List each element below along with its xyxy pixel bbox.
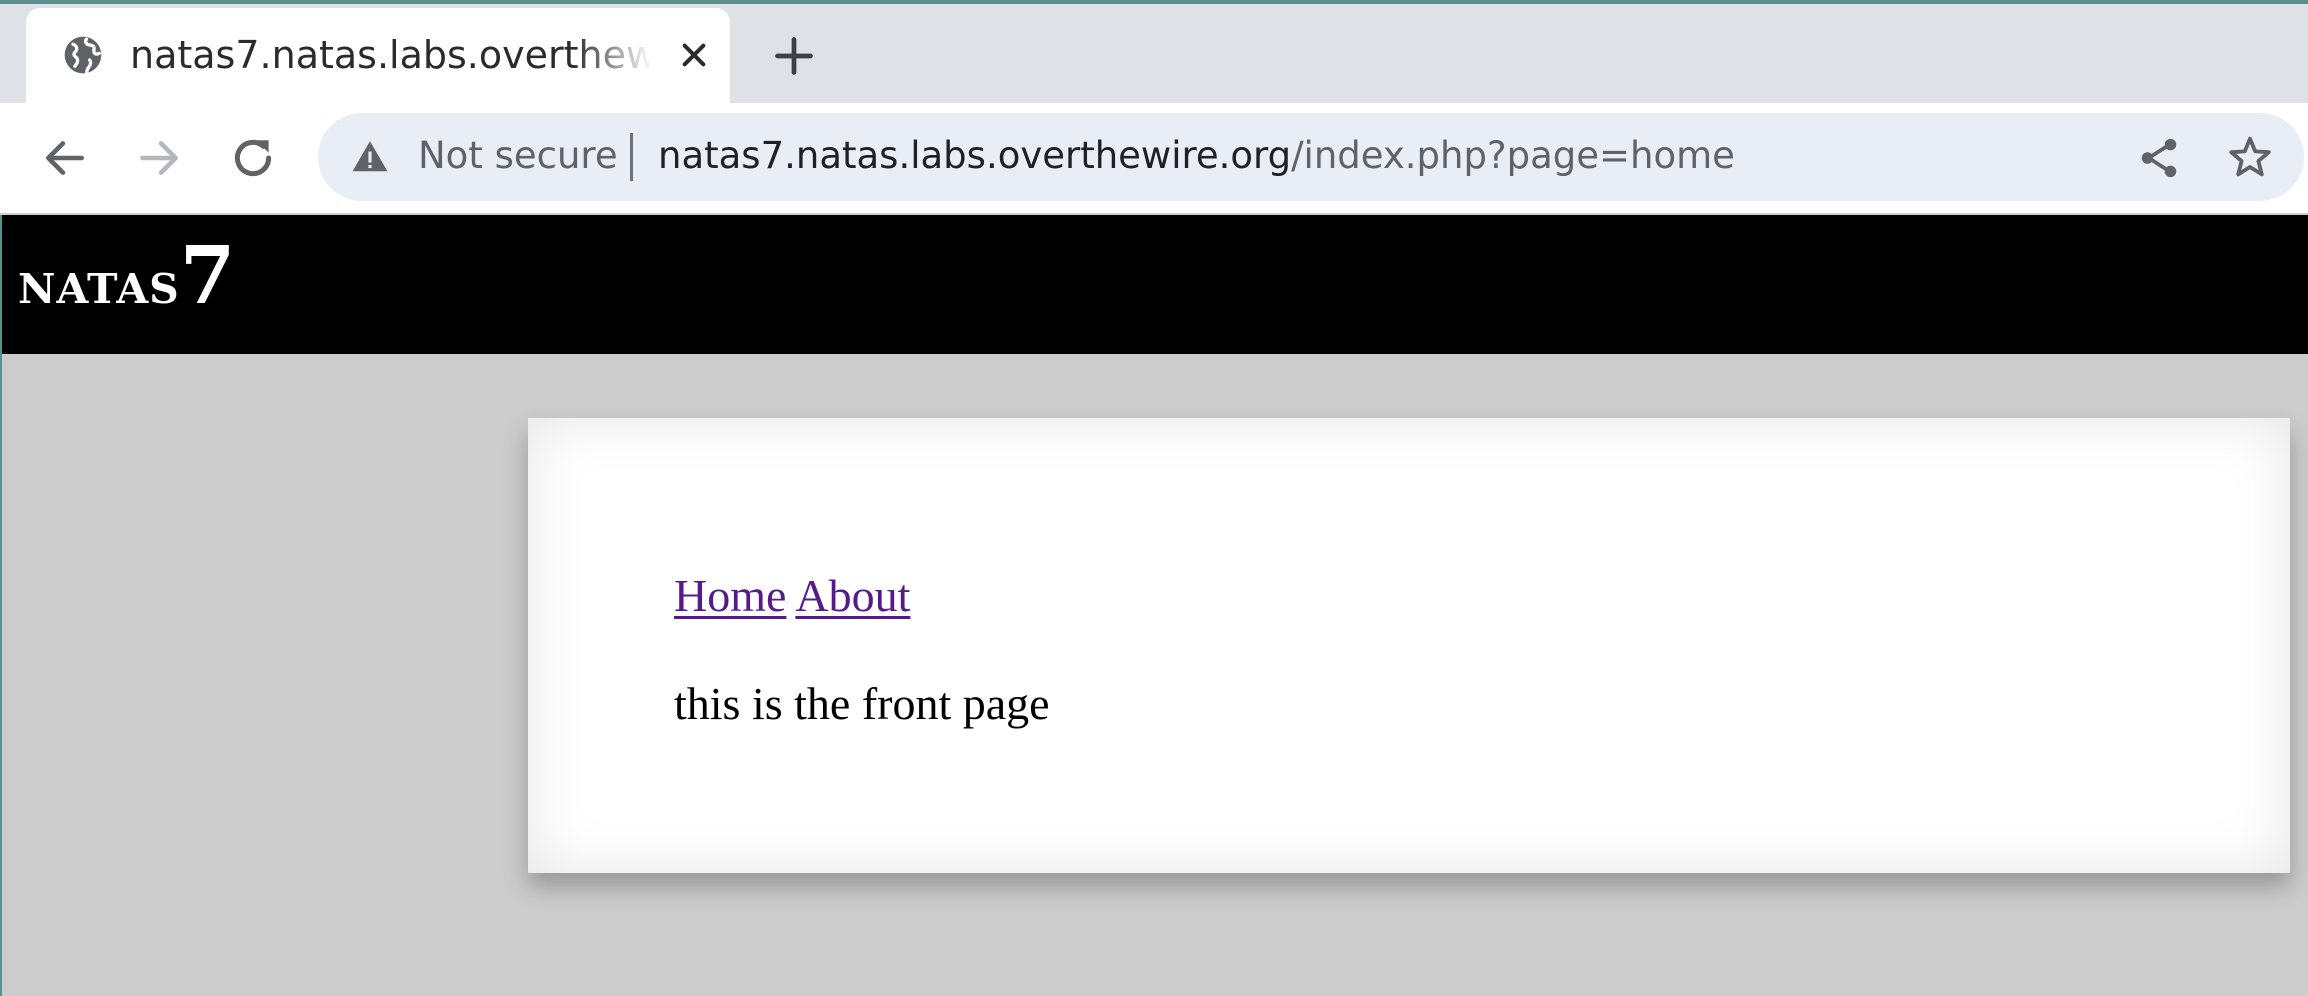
browser-tab[interactable]: natas7.natas.labs.overthewire.org <box>26 8 730 107</box>
warning-triangle-icon[interactable] <box>350 138 390 176</box>
star-icon[interactable] <box>2226 133 2274 181</box>
site-header: natas7 <box>2 215 2308 354</box>
about-link[interactable]: About <box>795 570 910 621</box>
url-text[interactable]: natas7.natas.labs.overthewire.org/index.… <box>658 133 1735 179</box>
browser-window: natas7.natas.labs.overthewire.org <box>0 0 2308 996</box>
close-icon[interactable] <box>678 39 710 71</box>
forward-arrow-icon[interactable] <box>134 133 184 183</box>
reload-icon[interactable] <box>228 133 278 183</box>
content-box: Home About this is the front page <box>528 418 2290 873</box>
back-arrow-icon[interactable] <box>40 133 90 183</box>
content-nav: Home About <box>674 568 910 624</box>
address-bar[interactable]: Not secure natas7.natas.labs.overthewire… <box>318 113 2304 201</box>
globe-icon <box>64 36 102 74</box>
security-status-label[interactable]: Not secure <box>418 133 618 179</box>
url-host: natas7.natas.labs.overthewire.org <box>658 134 1292 177</box>
site-title: natas7 <box>18 235 235 315</box>
front-page-text: this is the front page <box>674 678 1050 729</box>
page-viewport: natas7 Home About this is the front page <box>0 215 2308 996</box>
site-title-name: natas <box>18 249 180 317</box>
tab-title: natas7.natas.labs.overthewire.org <box>130 33 652 77</box>
tab-strip: natas7.natas.labs.overthewire.org <box>0 0 2308 107</box>
plus-icon[interactable] <box>772 34 816 78</box>
url-path: /index.php?page=home <box>1291 134 1735 177</box>
browser-toolbar: Not secure natas7.natas.labs.overthewire… <box>0 103 2308 215</box>
share-icon[interactable] <box>2136 135 2182 181</box>
site-title-level: 7 <box>179 228 236 322</box>
home-link[interactable]: Home <box>674 570 786 621</box>
omnibox-divider <box>630 133 633 181</box>
